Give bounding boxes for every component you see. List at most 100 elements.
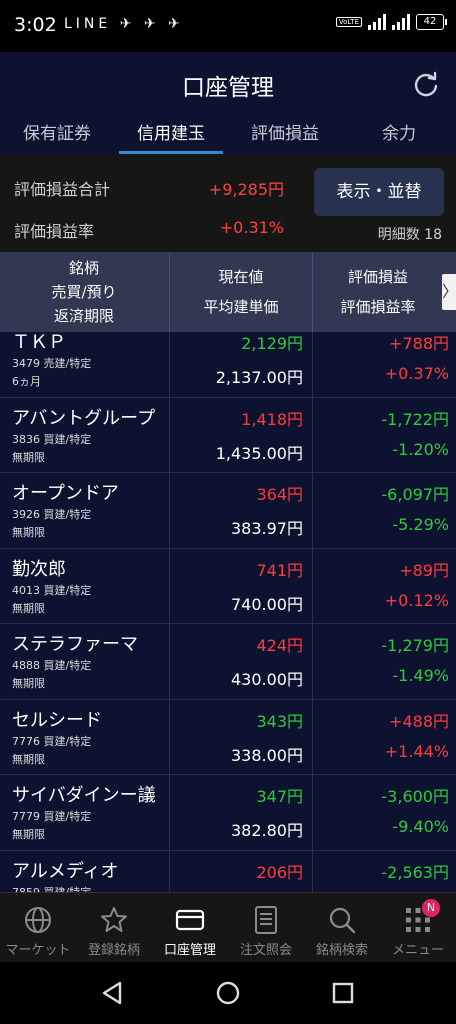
detail-count: 明細数 18 [377,227,442,243]
current-price: 343円 [256,711,303,731]
column-divider [169,332,170,397]
profit-loss-rate: -1.20% [392,439,449,459]
nav-account-label: 口座管理 [163,943,216,958]
header-term: 返済期限 [53,307,114,325]
current-price: 741円 [256,560,303,580]
total-pl-value: +9,285円 [208,180,284,199]
column-divider [169,548,170,623]
current-price: 206円 [256,862,303,882]
home-icon[interactable] [215,980,241,1006]
repayment-term: 無期限 [12,828,45,841]
column-divider [169,850,170,892]
profit-loss: +488円 [389,711,449,731]
status-bar: 3:02 LINE ✈ ✈ ✈ VoLTE 42 [0,0,456,52]
profit-loss: -1,279円 [381,636,449,655]
stock-code-type: 4013 買建/特定 [12,583,92,597]
stock-code-type: 3479 売建/特定 [12,357,92,370]
position-row[interactable]: ステラファーマ 4888 買建/特定 無期限 424円 430.00円 -1,279円 -1… [0,624,456,700]
column-divider [312,473,313,548]
repayment-term: 無期限 [12,752,45,766]
nav-account[interactable]: 口座管理 [152,893,228,963]
nav-menu-label: メニュー [391,943,444,958]
profit-loss: +788円 [389,334,449,353]
status-time: 3:02 [14,14,57,36]
positions-list[interactable]: ＴＫＰ 3479 売建/特定 6ヵ月 2,129円 2,137.00円 +788円 +0.3… [0,332,456,892]
position-row[interactable]: セルシード 7776 買建/特定 無期限 343円 338.00円 +488円 +1.44% [0,699,456,775]
position-row[interactable]: オープンドア 3926 買建/特定 無期限 364円 383.97円 -6,097円 -5.… [0,473,456,549]
profit-loss-rate: -1.49% [392,666,449,685]
stock-code-type: 3836 買建/特定 [12,432,92,446]
nav-market[interactable]: マーケット [0,893,76,963]
nav-menu[interactable]: N メニュー [380,893,456,963]
stock-name: ＴＫＰ [12,332,66,353]
position-row[interactable]: 勤次郎 4013 買建/特定 無期限 741円 740.00円 +89円 +0.12% [0,548,456,624]
average-price: 740.00円 [231,594,303,614]
bottom-nav: マーケット 登録銘柄 口座管理 注文照会 銘柄検索 N メニュー [0,892,456,963]
position-row[interactable]: サイバダインー議 7779 買建/特定 無期限 347円 382.80円 -3,600円 -… [0,775,456,851]
column-divider [312,624,313,699]
page-title: 口座管理 [182,75,274,101]
position-row[interactable]: アバントグループ 3836 買建/特定 無期限 1,418円 1,435.00円 -1,7… [0,397,456,473]
position-row[interactable]: ＴＫＰ 3479 売建/特定 6ヵ月 2,129円 2,137.00円 +788円 +0.3… [0,332,456,398]
stock-name: ステラファーマ [12,634,138,655]
card-icon [175,909,205,931]
column-divider [312,775,313,850]
current-price: 364円 [256,485,303,504]
stock-name: アルメディオ [12,860,119,882]
nav-search-label: 銘柄検索 [315,943,368,958]
stock-name: オープンドア [12,483,119,504]
repayment-term: 無期限 [12,677,45,690]
total-pl-label: 評価損益合計 [14,180,111,199]
recents-icon[interactable] [330,980,356,1006]
display-sort-button[interactable]: 表示・並替 [314,168,444,216]
nav-search[interactable]: 銘柄検索 [304,893,380,963]
nav-market-label: マーケット [5,943,71,958]
signal-icon [368,14,386,30]
tab-margin-positions[interactable]: 信用建玉 [114,116,228,154]
current-price: 347円 [256,787,303,806]
header-col-price: 現在値 平均建単価 [169,252,312,332]
stock-name: 勤次郎 [12,558,66,580]
nav-orders[interactable]: 注文照会 [228,893,304,963]
nav-watchlist-label: 登録銘柄 [87,943,140,958]
stock-name: サイバダインー議 [12,785,156,806]
profit-loss: -1,722円 [381,409,449,429]
profit-loss-rate: +0.37% [384,364,449,383]
pl-rate-label: 評価損益率 [14,222,95,241]
tab-profit-loss[interactable]: 評価損益 [228,116,342,154]
scroll-right-button[interactable]: 〉 [442,274,456,310]
current-price: 1,418円 [241,409,303,429]
nav-orders-label: 注文照会 [239,943,292,958]
summary-panel: 評価損益合計 +9,285円 評価損益率 +0.31% 表示・並替 明細数 18 [0,154,456,252]
profit-loss-rate: +0.12% [384,590,449,610]
column-divider [312,332,313,397]
current-price: 2,129円 [241,334,303,353]
profit-loss-rate: -5.29% [392,515,449,534]
header-pl-rate: 評価損益率 [340,298,416,316]
profit-loss: -2,563円 [381,862,449,882]
screen: 3:02 LINE ✈ ✈ ✈ VoLTE 42 口座管理 保有証券 信用建玉 … [0,0,456,1024]
column-divider [169,775,170,850]
repayment-term: 無期限 [12,601,45,615]
tab-buying-power[interactable]: 余力 [342,116,456,154]
refresh-icon[interactable] [412,70,440,98]
header-stock: 銘柄 [68,259,99,277]
profit-loss-rate: +1.44% [384,741,449,761]
tab-holdings[interactable]: 保有証券 [0,116,114,154]
back-icon[interactable] [100,980,126,1006]
stock-code-type: 3926 買建/特定 [12,508,92,521]
pl-rate-value: +0.31% [219,218,284,237]
position-row[interactable]: アルメディオ 7859 買建/特定 206円 -2,563円 [0,850,456,892]
header-pl: 評価損益 [347,268,408,286]
battery-icon: 42 [416,14,447,30]
average-price: 383.97円 [231,519,303,538]
stock-name: アバントグループ [12,407,156,429]
globe-icon [25,907,51,933]
header-col-pl: 評価損益 評価損益率 [312,252,443,332]
repayment-term: 無期限 [12,526,45,539]
app-header: 口座管理 [0,52,456,116]
profit-loss: -3,600円 [381,787,449,806]
profit-loss: +89円 [399,560,449,580]
menu-notification-badge: N [422,899,440,917]
nav-watchlist[interactable]: 登録銘柄 [76,893,152,963]
